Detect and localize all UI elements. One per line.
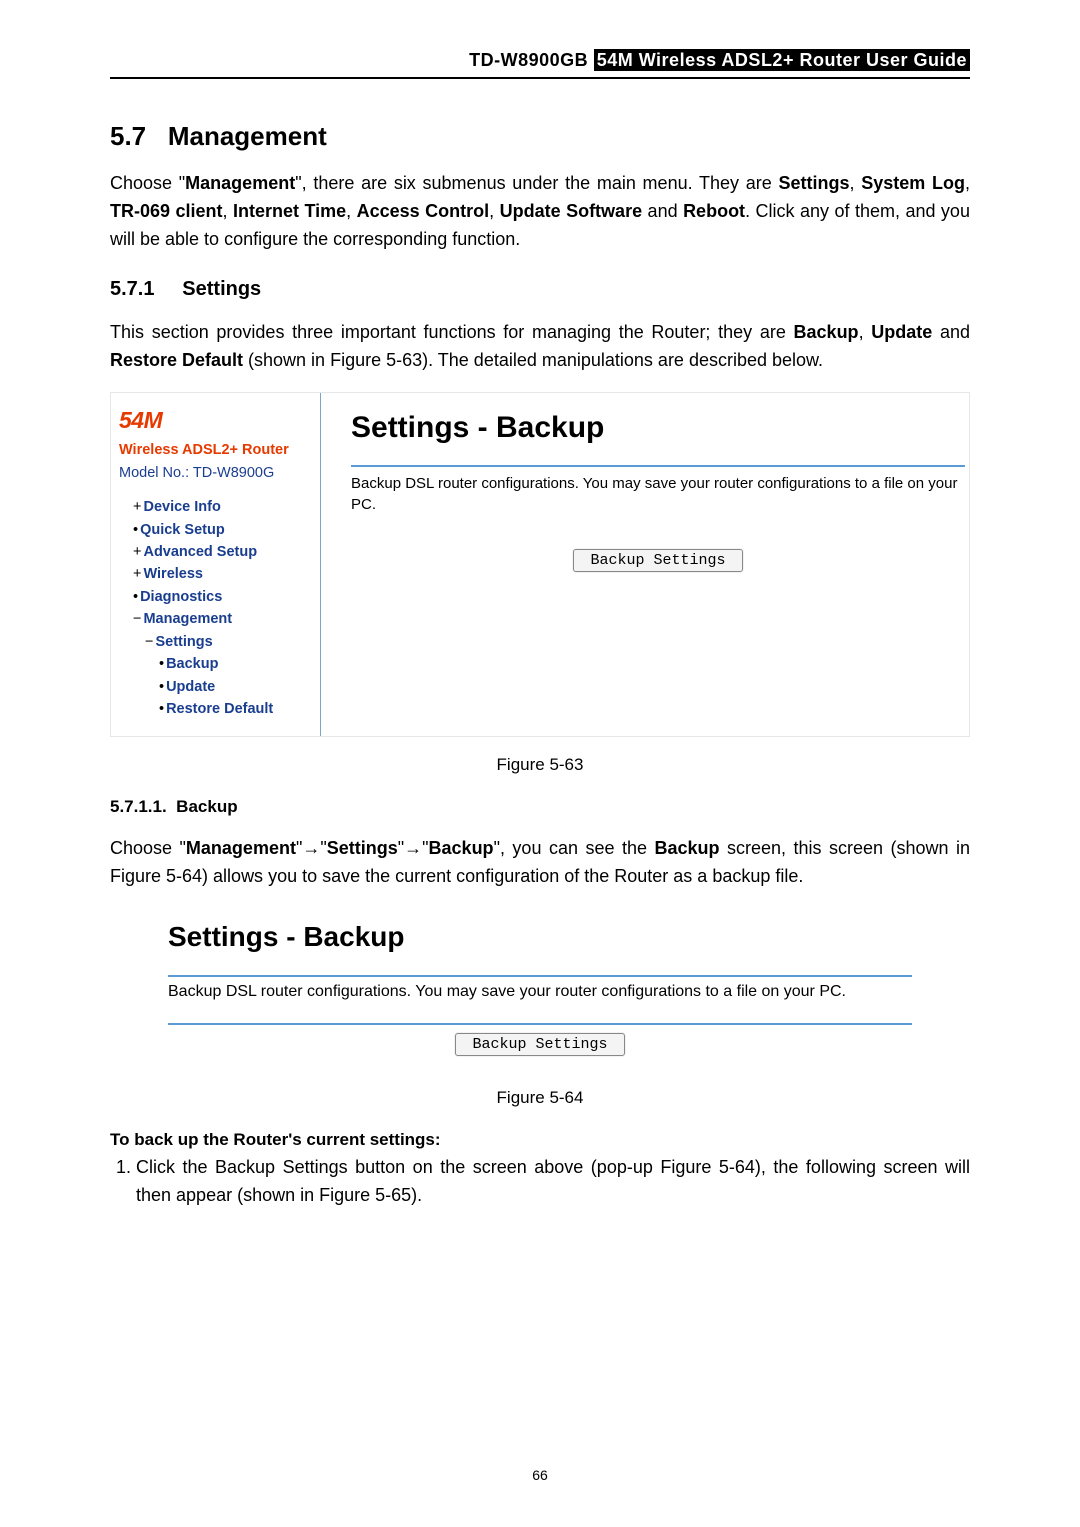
header-title-inverse: 54M Wireless ADSL2+ Router User Guide (594, 49, 970, 71)
nav-diagnostics[interactable]: •Diagnostics (119, 586, 312, 608)
nav-wireless[interactable]: +Wireless (119, 563, 312, 585)
backup-settings-button[interactable]: Backup Settings (573, 549, 742, 572)
subsection-heading: 5.7.1 Settings (110, 278, 970, 301)
subsection-number: 5.7.1 (110, 278, 154, 300)
header-model: TD-W8900GB (469, 50, 588, 70)
brand-model: Model No.: TD-W8900G (119, 462, 312, 484)
subsection-title: Settings (182, 278, 261, 300)
nav-update[interactable]: •Update (119, 676, 312, 698)
router-ui-screenshot-2: Settings - Backup Backup DSL router conf… (110, 909, 970, 1070)
page-number: 66 (0, 1467, 1080, 1483)
dot-icon: • (159, 656, 164, 672)
nav-restore-default[interactable]: •Restore Default (119, 698, 312, 720)
backup-paragraph: Choose "Management"→"Settings"→"Backup",… (110, 835, 970, 891)
steps-list: Click the Backup Settings button on the … (110, 1154, 970, 1210)
divider (351, 465, 965, 467)
nav-settings[interactable]: −Settings (119, 631, 312, 653)
subsubsection-heading: 5.7.1.1. Backup (110, 797, 970, 817)
divider (168, 975, 912, 977)
panel-title-2: Settings - Backup (168, 921, 912, 953)
minus-icon: − (145, 634, 153, 650)
settings-paragraph: This section provides three important fu… (110, 319, 970, 375)
figure-caption-63: Figure 5-63 (110, 755, 970, 775)
router-sidebar: 54M Wireless ADSL2+ Router Model No.: TD… (111, 393, 321, 736)
nav-quick-setup[interactable]: •Quick Setup (119, 519, 312, 541)
nav-advanced-setup[interactable]: +Advanced Setup (119, 541, 312, 563)
figure-caption-64: Figure 5-64 (110, 1088, 970, 1108)
nav-device-info[interactable]: +Device Info (119, 496, 312, 518)
brand-subtitle: Wireless ADSL2+ Router (119, 439, 312, 461)
divider (168, 1023, 912, 1025)
panel-title: Settings - Backup (351, 411, 965, 445)
dot-icon: • (159, 679, 164, 695)
section-heading: 5.7 Management (110, 121, 970, 152)
page-header: TD-W8900GB 54M Wireless ADSL2+ Router Us… (110, 50, 970, 79)
dot-icon: • (159, 701, 164, 717)
router-ui-screenshot: 54M Wireless ADSL2+ Router Model No.: TD… (110, 392, 970, 737)
intro-paragraph: Choose "Management", there are six subme… (110, 170, 970, 254)
nav-backup[interactable]: •Backup (119, 653, 312, 675)
plus-icon: + (133, 566, 141, 582)
brand-logo: 54M (119, 403, 312, 439)
panel-description-2: Backup DSL router configurations. You ma… (168, 983, 912, 1001)
section-number: 5.7 (110, 121, 146, 151)
plus-icon: + (133, 544, 141, 560)
plus-icon: + (133, 499, 141, 515)
dot-icon: • (133, 589, 138, 605)
subsub-title: Backup (176, 797, 237, 816)
dot-icon: • (133, 522, 138, 538)
section-title: Management (168, 121, 327, 151)
subsub-number: 5.7.1.1. (110, 797, 167, 816)
router-main-panel: Settings - Backup Backup DSL router conf… (321, 393, 969, 736)
panel-description: Backup DSL router configurations. You ma… (351, 473, 965, 515)
nav-management[interactable]: −Management (119, 608, 312, 630)
backup-settings-button-2[interactable]: Backup Settings (455, 1033, 624, 1056)
minus-icon: − (133, 611, 141, 627)
step-1: Click the Backup Settings button on the … (136, 1154, 970, 1210)
steps-heading: To back up the Router's current settings… (110, 1130, 970, 1150)
